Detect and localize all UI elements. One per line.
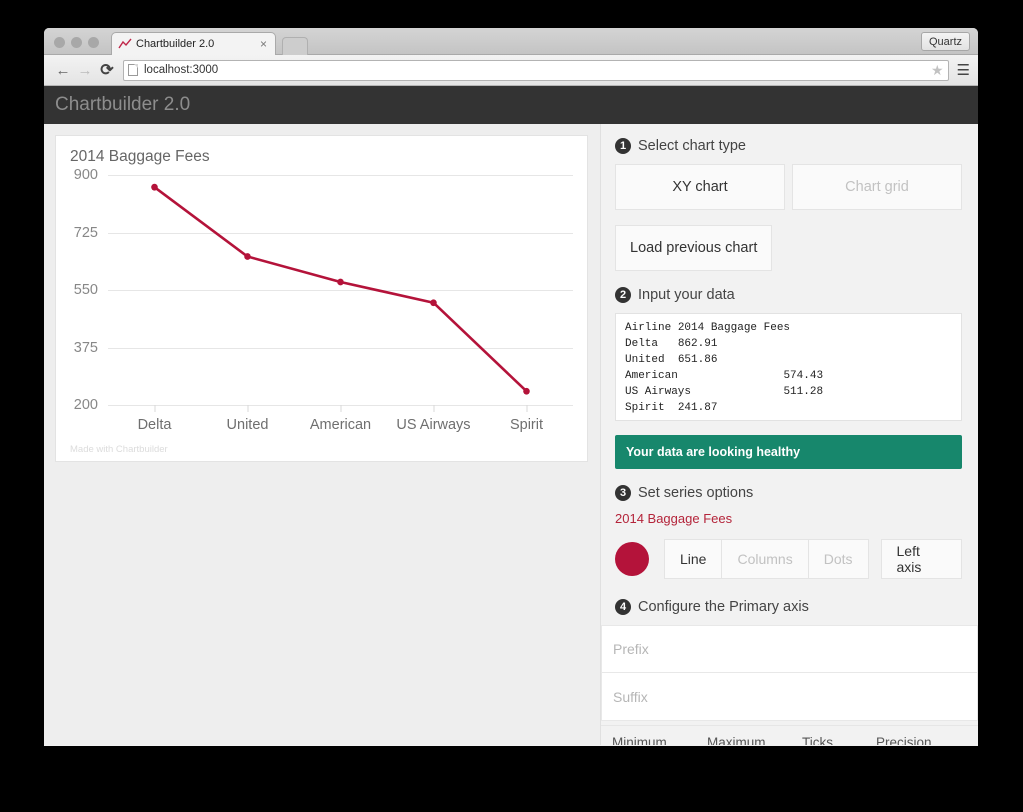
chart-credit-text: Made with Chartbuilder (70, 444, 168, 455)
chart-type-chart-grid-label: Chart grid (845, 179, 909, 195)
axis-column-ticks: Ticks (802, 735, 833, 745)
chart-x-tick-mark (154, 405, 155, 412)
chart-series-line (151, 183, 530, 395)
chart-y-tick-label: 900 (73, 167, 98, 183)
series-name-label: 2014 Baggage Fees (615, 511, 733, 526)
chart-y-tick-label: 200 (73, 397, 98, 413)
step-1-number: 1 (615, 138, 631, 154)
data-input-textarea[interactable]: Airline 2014 Baggage Fees Delta 862.91 U… (615, 313, 962, 421)
quartz-profile-button[interactable]: Quartz (920, 32, 970, 51)
back-arrow-icon[interactable]: ← (52, 59, 74, 81)
step-1-header: 1 Select chart type (615, 138, 962, 154)
axis-configuration-table: Minimum Maximum Ticks Precision (601, 725, 978, 745)
series-left-axis-label: Left axis (896, 543, 922, 575)
axis-column-minimum: Minimum (612, 735, 667, 745)
browser-window: Chartbuilder 2.0 × Quartz ← → ⟳ localhos… (44, 28, 978, 746)
app-body: 2014 Baggage Fees 900 725 550 375 200 Delta U… (44, 124, 978, 745)
chart-data-point (151, 183, 158, 191)
step-3-header: 3 Set series options (615, 485, 962, 501)
quartz-button-label: Quartz (928, 35, 962, 48)
step-4-label: Configure the Primary axis (638, 599, 809, 615)
chart-x-axis: Delta United American US Airways Spirit (108, 405, 573, 447)
window-maximize-button[interactable] (88, 37, 99, 48)
browser-toolbar: ← → ⟳ localhost:3000 ★ ☰ (44, 55, 978, 86)
app-header: Chartbuilder 2.0 (44, 86, 978, 124)
series-type-columns-label: Columns (737, 551, 793, 567)
step-1-label: Select chart type (638, 138, 746, 154)
tab-close-icon[interactable]: × (258, 38, 269, 50)
chart-x-tick-label: US Airways (396, 417, 471, 433)
hamburger-menu-icon[interactable]: ☰ (957, 63, 970, 78)
browser-tab-chartbuilder[interactable]: Chartbuilder 2.0 × (111, 32, 276, 55)
step-2-label: Input your data (638, 287, 735, 303)
chart-type-buttons: XY chart Chart grid (615, 164, 962, 210)
step-3-number: 3 (615, 485, 631, 501)
series-left-axis-button[interactable]: Left axis (880, 539, 962, 579)
step-4-number: 4 (615, 599, 631, 615)
chart-y-tick-label: 725 (73, 224, 98, 241)
series-type-dots[interactable]: Dots (808, 539, 869, 579)
chart-type-xy-chart-label: XY chart (672, 179, 728, 195)
step-4-header: 4 Configure the Primary axis (615, 599, 962, 615)
chart-title: 2014 Baggage Fees (70, 148, 210, 165)
reload-icon[interactable]: ⟳ (96, 59, 118, 81)
series-type-line[interactable]: Line (664, 539, 723, 579)
step-2-number: 2 (615, 287, 631, 303)
chart-type-chart-grid[interactable]: Chart grid (792, 164, 962, 210)
bookmark-star-icon[interactable]: ★ (931, 62, 944, 79)
series-type-dots-label: Dots (823, 551, 853, 567)
chart-data-point (430, 299, 437, 307)
page-document-icon (128, 64, 138, 76)
load-previous-chart-button[interactable]: Load previous chart (615, 225, 773, 271)
chart-card: 2014 Baggage Fees 900 725 550 375 200 Delta U… (55, 135, 588, 462)
chart-type-xy-chart[interactable]: XY chart (615, 164, 785, 210)
chart-x-tick-label: United (226, 417, 269, 433)
series-type-columns[interactable]: Columns (722, 539, 809, 579)
load-previous-chart-label: Load previous chart (630, 240, 758, 256)
step-3-label: Set series options (638, 485, 754, 501)
page-title: Chartbuilder 2.0 (55, 94, 191, 115)
chart-plot-area: 900 725 550 375 200 (74, 167, 573, 413)
chart-data-point (337, 278, 344, 286)
chart-data-point (244, 253, 251, 260)
chart-x-tick-label: Spirit (509, 417, 544, 433)
window-close-button[interactable] (54, 37, 65, 48)
axis-table-header-row: Minimum Maximum Ticks Precision (601, 725, 978, 745)
series-options-row: Line Columns Dots Left axis (615, 539, 962, 579)
series-color-swatch[interactable] (615, 542, 649, 576)
window-minimize-button[interactable] (71, 37, 82, 48)
chart-x-tick-mark (340, 405, 341, 412)
axis-column-precision: Precision (876, 735, 932, 745)
chart-preview-pane: 2014 Baggage Fees 900 725 550 375 200 Delta U… (44, 124, 600, 745)
address-bar-url: localhost:3000 (144, 64, 219, 76)
chart-x-tick-mark (526, 405, 527, 412)
line-chart-favicon-icon (118, 38, 132, 49)
chart-x-tick-label: American (309, 417, 372, 433)
control-panel[interactable]: 1 Select chart type XY chart Chart grid … (600, 124, 978, 745)
chart-x-tick-mark (433, 405, 434, 412)
chart-data-point (523, 387, 530, 395)
new-tab-button[interactable] (282, 37, 308, 55)
browser-tabstrip: Chartbuilder 2.0 × Quartz (44, 28, 978, 55)
chart-y-tick-label: 550 (73, 282, 98, 298)
axis-prefix-input[interactable] (601, 625, 978, 673)
axis-suffix-input[interactable] (601, 673, 978, 721)
step-2-header: 2 Input your data (615, 287, 962, 303)
chart-x-tick-label: Delta (137, 417, 172, 433)
axis-column-maximum: Maximum (707, 735, 766, 745)
forward-arrow-icon[interactable]: → (74, 59, 96, 81)
chart-y-tick-label: 375 (73, 339, 98, 356)
series-type-line-label: Line (680, 551, 707, 567)
browser-tab-title: Chartbuilder 2.0 (136, 38, 215, 50)
status-banner-text: Your data are looking healthy (626, 445, 801, 459)
chart-x-tick-mark (247, 405, 248, 412)
status-banner: Your data are looking healthy (615, 435, 962, 469)
address-bar[interactable]: localhost:3000 ★ (123, 59, 949, 81)
series-type-segmented-control: Line Columns Dots (664, 539, 869, 579)
